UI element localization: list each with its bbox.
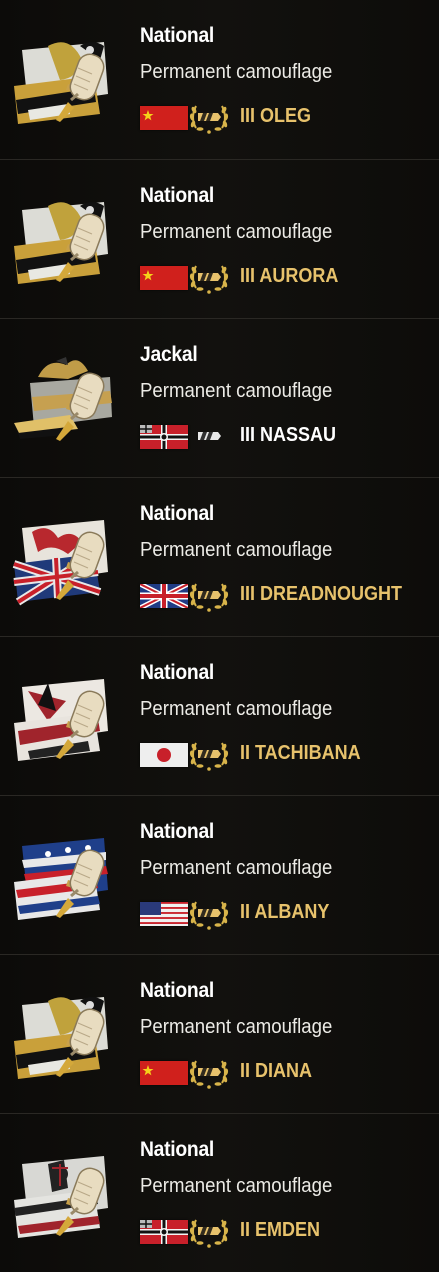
camouflage-name: National: [140, 979, 215, 1002]
ship-title: DREADNOUGHT: [260, 583, 403, 605]
camouflage-type: Permanent camouflage: [140, 857, 333, 879]
camouflage-type: Permanent camouflage: [140, 539, 333, 561]
ship-tier: II: [240, 1219, 251, 1241]
camouflage-paint-roller-icon: [8, 979, 124, 1089]
nation-flag-icon: [140, 743, 188, 767]
ship-name: III NASSAU: [240, 424, 336, 447]
ship-tier: III: [240, 583, 256, 605]
ship-tier: II: [240, 742, 251, 764]
ship-tier: III: [240, 265, 256, 287]
laurel-wreath-icon: [188, 258, 230, 296]
ship-title: OLEG: [260, 105, 312, 127]
camouflage-paint-roller-icon: [8, 502, 124, 612]
ship-tier: II: [240, 1060, 251, 1082]
laurel-wreath-icon: [188, 1212, 230, 1250]
camouflage-list: National Permanent camouflage III OLEG N…: [0, 0, 439, 1272]
laurel-wreath-icon: [188, 894, 230, 932]
nation-flag-icon: [140, 425, 188, 449]
camouflage-item[interactable]: National Permanent camouflage III AURORA: [0, 159, 439, 318]
camouflage-paint-roller-icon: [8, 184, 124, 294]
nation-flag-icon: [140, 1220, 188, 1244]
nation-flag-icon: [140, 584, 188, 608]
camouflage-item[interactable]: Jackal Permanent camouflage III NASSAU: [0, 318, 439, 477]
laurel-wreath-icon: [188, 1053, 230, 1091]
cruiser-class-icon: [188, 417, 230, 455]
ship-name: III OLEG: [240, 105, 311, 128]
ship-name: III DREADNOUGHT: [240, 583, 402, 606]
camouflage-name: National: [140, 502, 215, 525]
camouflage-type: Permanent camouflage: [140, 380, 333, 402]
camouflage-type: Permanent camouflage: [140, 221, 333, 243]
camouflage-name: National: [140, 1138, 215, 1161]
laurel-wreath-icon: [188, 576, 230, 614]
ship-tier: III: [240, 424, 256, 446]
ship-title: EMDEN: [255, 1219, 321, 1241]
camouflage-name: Jackal: [140, 343, 198, 366]
ship-title: TACHIBANA: [255, 742, 361, 764]
camouflage-type: Permanent camouflage: [140, 698, 333, 720]
camouflage-type: Permanent camouflage: [140, 1175, 333, 1197]
camouflage-name: National: [140, 820, 215, 843]
camouflage-item[interactable]: National Permanent camouflage III DREADN…: [0, 477, 439, 636]
camouflage-item[interactable]: National Permanent camouflage II DIANA: [0, 954, 439, 1113]
ship-title: NASSAU: [260, 424, 337, 446]
ship-title: DIANA: [255, 1060, 313, 1082]
camouflage-item[interactable]: National Permanent camouflage II EMDEN: [0, 1113, 439, 1272]
camouflage-item[interactable]: National Permanent camouflage II TACHIBA…: [0, 636, 439, 795]
laurel-wreath-icon: [188, 735, 230, 773]
laurel-wreath-icon: [188, 98, 230, 136]
camouflage-paint-roller-icon: [8, 1138, 124, 1248]
camouflage-name: National: [140, 24, 215, 47]
camouflage-item[interactable]: National Permanent camouflage II ALBANY: [0, 795, 439, 954]
ship-tier: III: [240, 105, 256, 127]
camouflage-paint-roller-icon: [8, 24, 124, 134]
ship-name: III AURORA: [240, 265, 338, 288]
camouflage-paint-roller-icon: [8, 343, 124, 453]
nation-flag-icon: [140, 266, 188, 290]
camouflage-name: National: [140, 184, 215, 207]
camouflage-type: Permanent camouflage: [140, 1016, 333, 1038]
camouflage-paint-roller-icon: [8, 820, 124, 930]
ship-name: II DIANA: [240, 1060, 312, 1083]
ship-name: II ALBANY: [240, 901, 329, 924]
ship-name: II EMDEN: [240, 1219, 320, 1242]
camouflage-name: National: [140, 661, 215, 684]
nation-flag-icon: [140, 1061, 188, 1085]
camouflage-paint-roller-icon: [8, 661, 124, 771]
ship-title: ALBANY: [254, 901, 330, 923]
ship-name: II TACHIBANA: [240, 742, 361, 765]
nation-flag-icon: [140, 902, 188, 926]
ship-tier: II: [240, 901, 251, 923]
camouflage-type: Permanent camouflage: [140, 61, 333, 83]
camouflage-item[interactable]: National Permanent camouflage III OLEG: [0, 0, 439, 159]
ship-title: AURORA: [259, 265, 339, 287]
nation-flag-icon: [140, 106, 188, 130]
